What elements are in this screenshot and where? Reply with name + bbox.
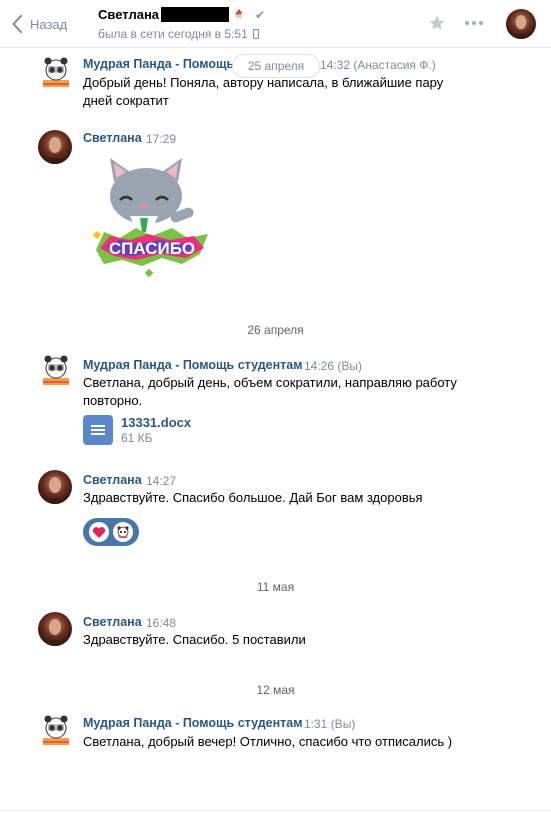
reaction-bar[interactable]: [83, 518, 139, 546]
thank-you-cat-sticker: СПАСИБО: [92, 158, 208, 278]
message-author[interactable]: Мудрая Панда - Помощь студентам: [83, 716, 302, 730]
date-separator: 11 мая: [256, 580, 295, 594]
message-author[interactable]: Мудрая Панда - Помощь: [83, 57, 234, 71]
redacted-surname: [161, 7, 230, 22]
document-icon[interactable]: [83, 415, 113, 445]
message-time[interactable]: 14:27: [146, 474, 176, 488]
message-text: Здравствуйте. Спасибо. 5 поставили: [83, 632, 306, 647]
message-author[interactable]: Светлана: [83, 615, 142, 629]
user-avatar[interactable]: [38, 130, 72, 164]
message-time[interactable]: 16:48: [146, 616, 176, 630]
panda-reaction-icon[interactable]: [113, 522, 133, 542]
attachment-size: 61 КБ: [121, 431, 153, 445]
message-time[interactable]: 17:29: [146, 132, 176, 146]
santa-emoji-icon: [235, 8, 245, 20]
message-text: Светлана, добрый вечер! Отлично, спасибо…: [83, 734, 453, 749]
message-text: Добрый день! Поняла, автору написала, в …: [83, 75, 444, 108]
message-time[interactable]: 14:26 (Вы): [304, 359, 362, 373]
back-button[interactable]: Назад: [12, 13, 67, 35]
message-author[interactable]: Светлана: [83, 131, 142, 145]
attachment-name[interactable]: 13331.docx: [121, 415, 191, 430]
contact-name[interactable]: Светлана ✔: [98, 7, 265, 22]
panda-avatar[interactable]: [40, 354, 72, 388]
message-text: Светлана, добрый день, объем сократили, …: [83, 375, 457, 408]
verified-check-icon: ✔: [255, 7, 266, 22]
sticker-text: СПАСИБО: [109, 239, 195, 258]
more-options-icon[interactable]: [465, 21, 483, 25]
divider: [0, 810, 551, 811]
message-text: Здравствуйте. Спасибо большое. Дай Бог в…: [83, 490, 423, 505]
chat-header: Назад Светлана ✔ была в сети сегодня в 5…: [0, 0, 551, 48]
user-avatar[interactable]: [38, 612, 72, 646]
panda-avatar[interactable]: [40, 714, 72, 748]
message-time[interactable]: 1:31 (Вы): [304, 717, 355, 731]
online-status: была в сети сегодня в 5:51: [98, 27, 259, 41]
panda-avatar[interactable]: [40, 56, 72, 90]
message-author[interactable]: Мудрая Панда - Помощь студентам: [83, 358, 302, 372]
chevron-left-icon: [12, 15, 22, 33]
message-author[interactable]: Светлана: [83, 473, 142, 487]
mobile-icon: [252, 29, 259, 39]
date-separator: 12 мая: [256, 683, 295, 697]
message-time[interactable]: 14:32 (Анастасия Ф.): [320, 58, 436, 72]
contact-avatar[interactable]: [506, 9, 536, 39]
back-label: Назад: [30, 16, 68, 32]
star-icon[interactable]: [428, 14, 446, 32]
heart-reaction-icon[interactable]: [89, 522, 109, 542]
user-avatar[interactable]: [38, 470, 72, 504]
date-separator: 26 апреля: [247, 323, 304, 337]
